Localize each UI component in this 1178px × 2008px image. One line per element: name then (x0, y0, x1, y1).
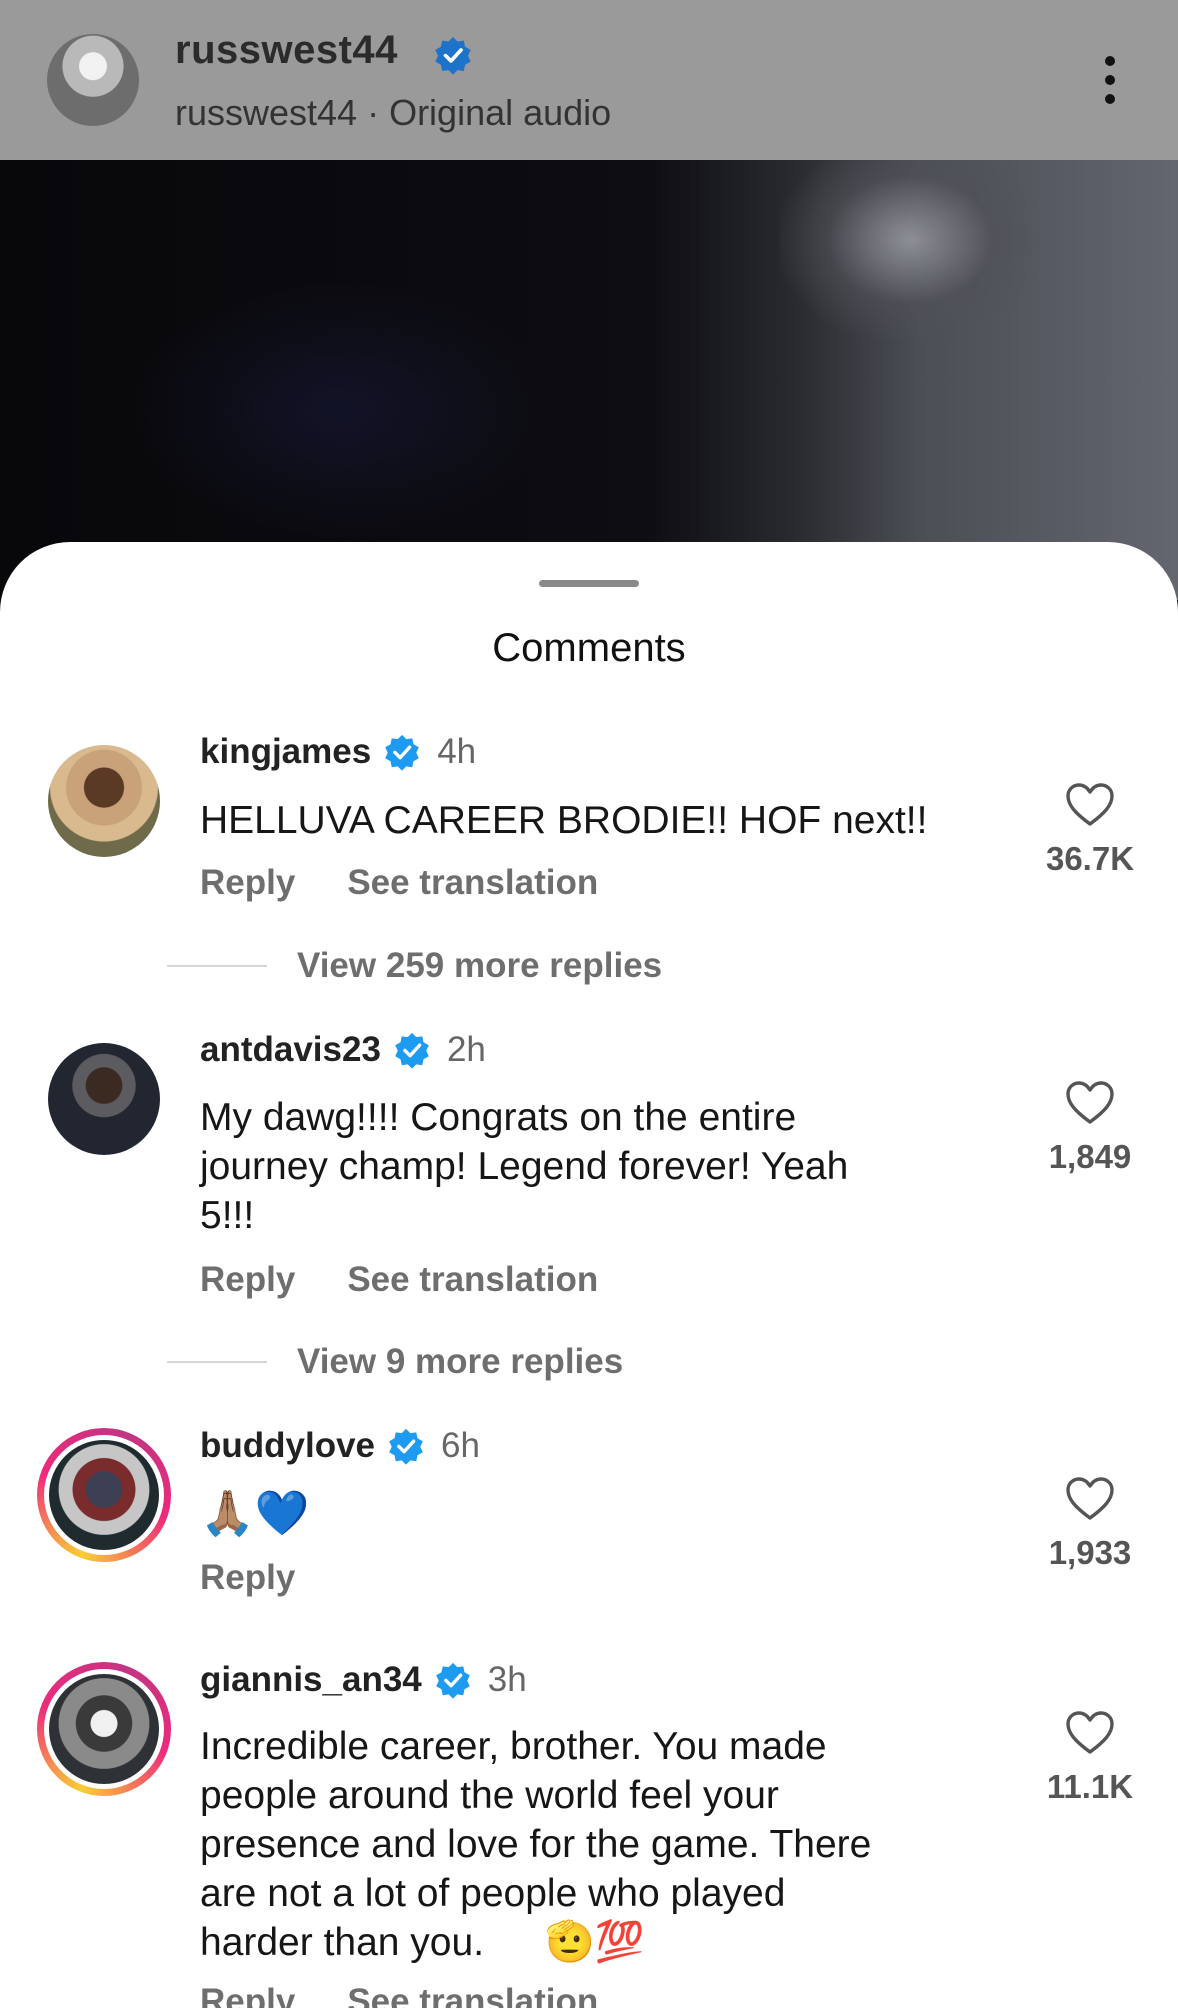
verified-badge-icon (435, 37, 471, 75)
see-translation-button[interactable]: See translation (347, 1982, 598, 2008)
heart-outline-icon[interactable] (1065, 1476, 1115, 1522)
author-avatar[interactable] (47, 34, 139, 126)
reel-header: russwest44 russwest44 · Original audio (0, 0, 1178, 160)
commenter-username[interactable]: antdavis23 (200, 1030, 381, 1070)
verified-badge-icon (389, 1428, 423, 1465)
like-count: 11.1K (1046, 1768, 1134, 1805)
author-username[interactable]: russwest44 (175, 28, 398, 73)
commenter-avatar[interactable] (48, 1043, 160, 1155)
commenter-username[interactable]: kingjames (200, 732, 371, 772)
see-translation-button[interactable]: See translation (347, 1260, 598, 1300)
commenter-avatar[interactable] (37, 1662, 171, 1796)
reel-video[interactable] (0, 160, 1178, 600)
heart-outline-icon[interactable] (1065, 782, 1115, 828)
sheet-title: Comments (492, 626, 686, 670)
heart-outline-icon[interactable] (1065, 1080, 1115, 1126)
comment-time: 3h (487, 1660, 527, 1699)
verified-badge-icon (395, 1032, 429, 1069)
heart-outline-icon[interactable] (1065, 1710, 1115, 1756)
commenter-username[interactable]: giannis_an34 (200, 1660, 422, 1700)
reply-button[interactable]: Reply (200, 1558, 295, 1598)
commenter-avatar[interactable] (48, 745, 160, 857)
view-replies-button[interactable]: View 259 more replies (167, 944, 662, 988)
like-count: 1,933 (1048, 1534, 1132, 1571)
comment-text: HELLUVA CAREER BRODIE!! HOF next!! (200, 799, 928, 842)
view-replies-button[interactable]: View 9 more replies (167, 1340, 623, 1384)
comment-text: My dawg!!!! Congrats on the entire journ… (200, 1096, 849, 1237)
sheet-drag-handle[interactable] (539, 580, 639, 587)
audio-label[interactable]: russwest44 · Original audio (175, 92, 611, 134)
comment-emoji-text: 🙏🏽💙 (200, 1488, 310, 1539)
verified-badge-icon (385, 734, 420, 771)
comment-time: 4h (437, 732, 477, 771)
comments-sheet: Comments kingjames 4h HELLUVA CAREER BRO… (0, 542, 1178, 2008)
reply-button[interactable]: Reply (200, 863, 295, 903)
like-count: 36.7K (1045, 840, 1135, 877)
reply-button[interactable]: Reply (200, 1260, 295, 1300)
more-vertical-icon[interactable] (1092, 50, 1128, 110)
like-count: 1,849 (1048, 1138, 1132, 1175)
see-translation-button[interactable]: See translation (347, 863, 598, 903)
commenter-username[interactable]: buddylove (200, 1426, 375, 1466)
comment-time: 6h (441, 1426, 480, 1465)
commenter-avatar[interactable] (37, 1428, 171, 1562)
comment-emoji-text: 🫡💯 (545, 1919, 645, 1965)
reply-button[interactable]: Reply (200, 1982, 295, 2008)
comment-time: 2h (446, 1030, 486, 1069)
verified-badge-icon (435, 1662, 470, 1699)
